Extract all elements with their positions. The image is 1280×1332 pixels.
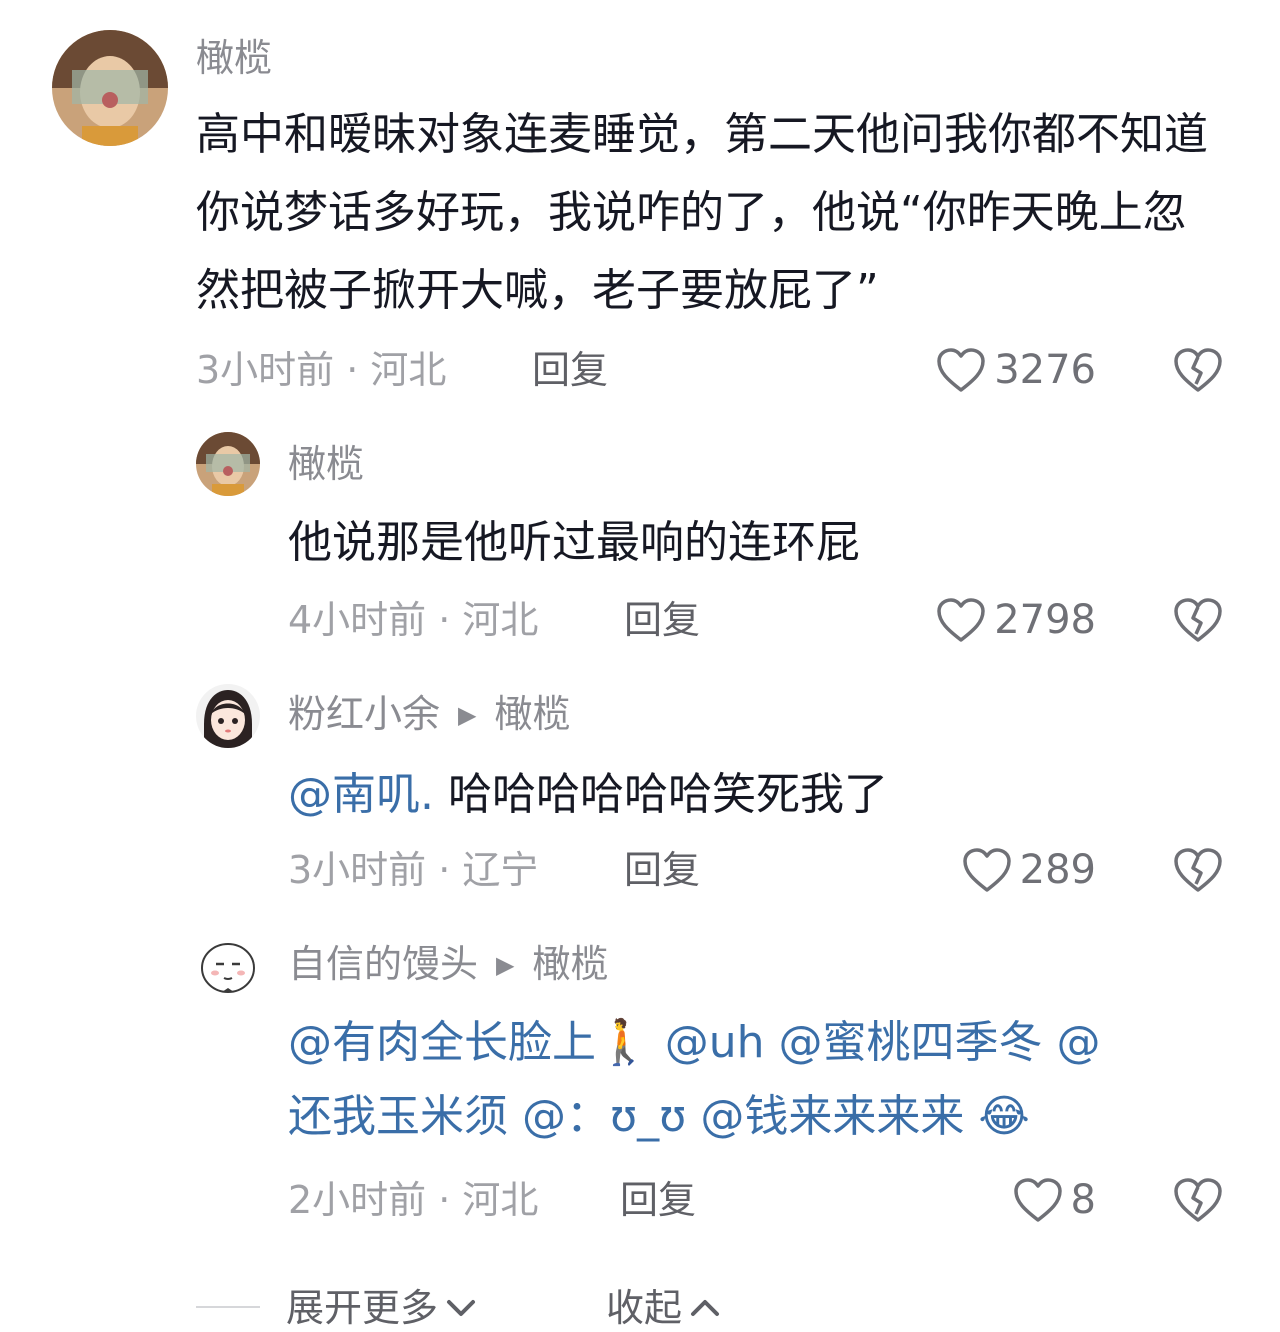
play-triangle-icon: ▶ (496, 951, 515, 979)
reply-button[interactable]: 回复 (624, 846, 700, 894)
expand-more-label: 展开更多 (286, 1286, 439, 1330)
broken-heart-icon (1174, 598, 1222, 642)
comment-body: 哈哈哈哈哈哈笑死我了 (434, 769, 888, 820)
divider (196, 1306, 260, 1308)
dislike-button[interactable] (1172, 846, 1224, 894)
comment-text: @南叽. 哈哈哈哈哈哈笑死我了 (288, 756, 1218, 834)
reply-button[interactable]: 回复 (532, 346, 608, 394)
heart-outline-icon (937, 348, 985, 392)
comment-text: 高中和暧昧对象连麦睡觉，第二天他问我你都不知道你说梦话多好玩，我说咋的了，他说“… (196, 109, 1208, 316)
expand-more-button[interactable]: 展开更多 (286, 1284, 478, 1332)
chevron-up-icon (691, 1300, 720, 1316)
collapse-label: 收起 (606, 1286, 683, 1330)
dislike-button[interactable] (1172, 596, 1224, 644)
avatar[interactable] (196, 684, 260, 748)
comment-time-location: 3小时前 · 辽宁 (288, 848, 539, 892)
heart-outline-icon (962, 848, 1011, 892)
mention-line[interactable]: 还我玉米须 @：ʊ_ʊ @钱来来来来 😂 (288, 1078, 1218, 1156)
like-count: 2798 (994, 597, 1096, 643)
collapse-button[interactable]: 收起 (606, 1284, 722, 1332)
like-count: 289 (1019, 847, 1096, 893)
comment-time-location: 3小时前 · 河北 (196, 348, 447, 392)
avatar[interactable] (196, 432, 260, 496)
broken-heart-icon (1174, 848, 1222, 892)
dislike-button[interactable] (1172, 346, 1224, 394)
comment-username[interactable]: 橄榄 (288, 440, 364, 488)
like-button[interactable]: 2798 (900, 596, 1096, 644)
reply-button[interactable]: 回复 (620, 1176, 696, 1224)
comment-username[interactable]: 自信的馒头 (288, 942, 478, 986)
like-button[interactable]: 289 (900, 846, 1096, 894)
comment-username[interactable]: 橄榄 (196, 34, 272, 82)
like-button[interactable]: 3276 (900, 346, 1096, 394)
comment-text: 他说那是他听过最响的连环屁 (288, 517, 860, 568)
chevron-down-icon (447, 1300, 476, 1316)
comment-username-with-reply-target: 自信的馒头 ▶ 橄榄 (288, 940, 609, 989)
avatar[interactable] (52, 30, 168, 146)
like-count: 8 (1070, 1177, 1096, 1223)
reply-target-username[interactable]: 橄榄 (494, 692, 570, 736)
comment-time-location: 4小时前 · 河北 (288, 598, 539, 642)
broken-heart-icon (1174, 348, 1222, 392)
mention-link[interactable]: @南叽. (288, 769, 434, 820)
avatar[interactable] (196, 934, 260, 998)
heart-outline-icon (937, 598, 985, 642)
like-button[interactable]: 8 (900, 1176, 1096, 1224)
comment-username-with-reply-target: 粉红小余 ▶ 橄榄 (288, 690, 571, 739)
reply-target-username[interactable]: 橄榄 (532, 942, 608, 986)
reply-button[interactable]: 回复 (624, 596, 700, 644)
mention-line[interactable]: @有肉全长脸上🚶 @uh @蜜桃四季冬 @ (288, 1004, 1218, 1082)
dislike-button[interactable] (1172, 1176, 1224, 1224)
play-triangle-icon: ▶ (458, 701, 477, 729)
comment-time-location: 2小时前 · 河北 (288, 1178, 539, 1222)
like-count: 3276 (994, 347, 1096, 393)
broken-heart-icon (1174, 1178, 1222, 1222)
heart-outline-icon (1013, 1178, 1062, 1222)
comment-username[interactable]: 粉红小余 (288, 692, 440, 736)
